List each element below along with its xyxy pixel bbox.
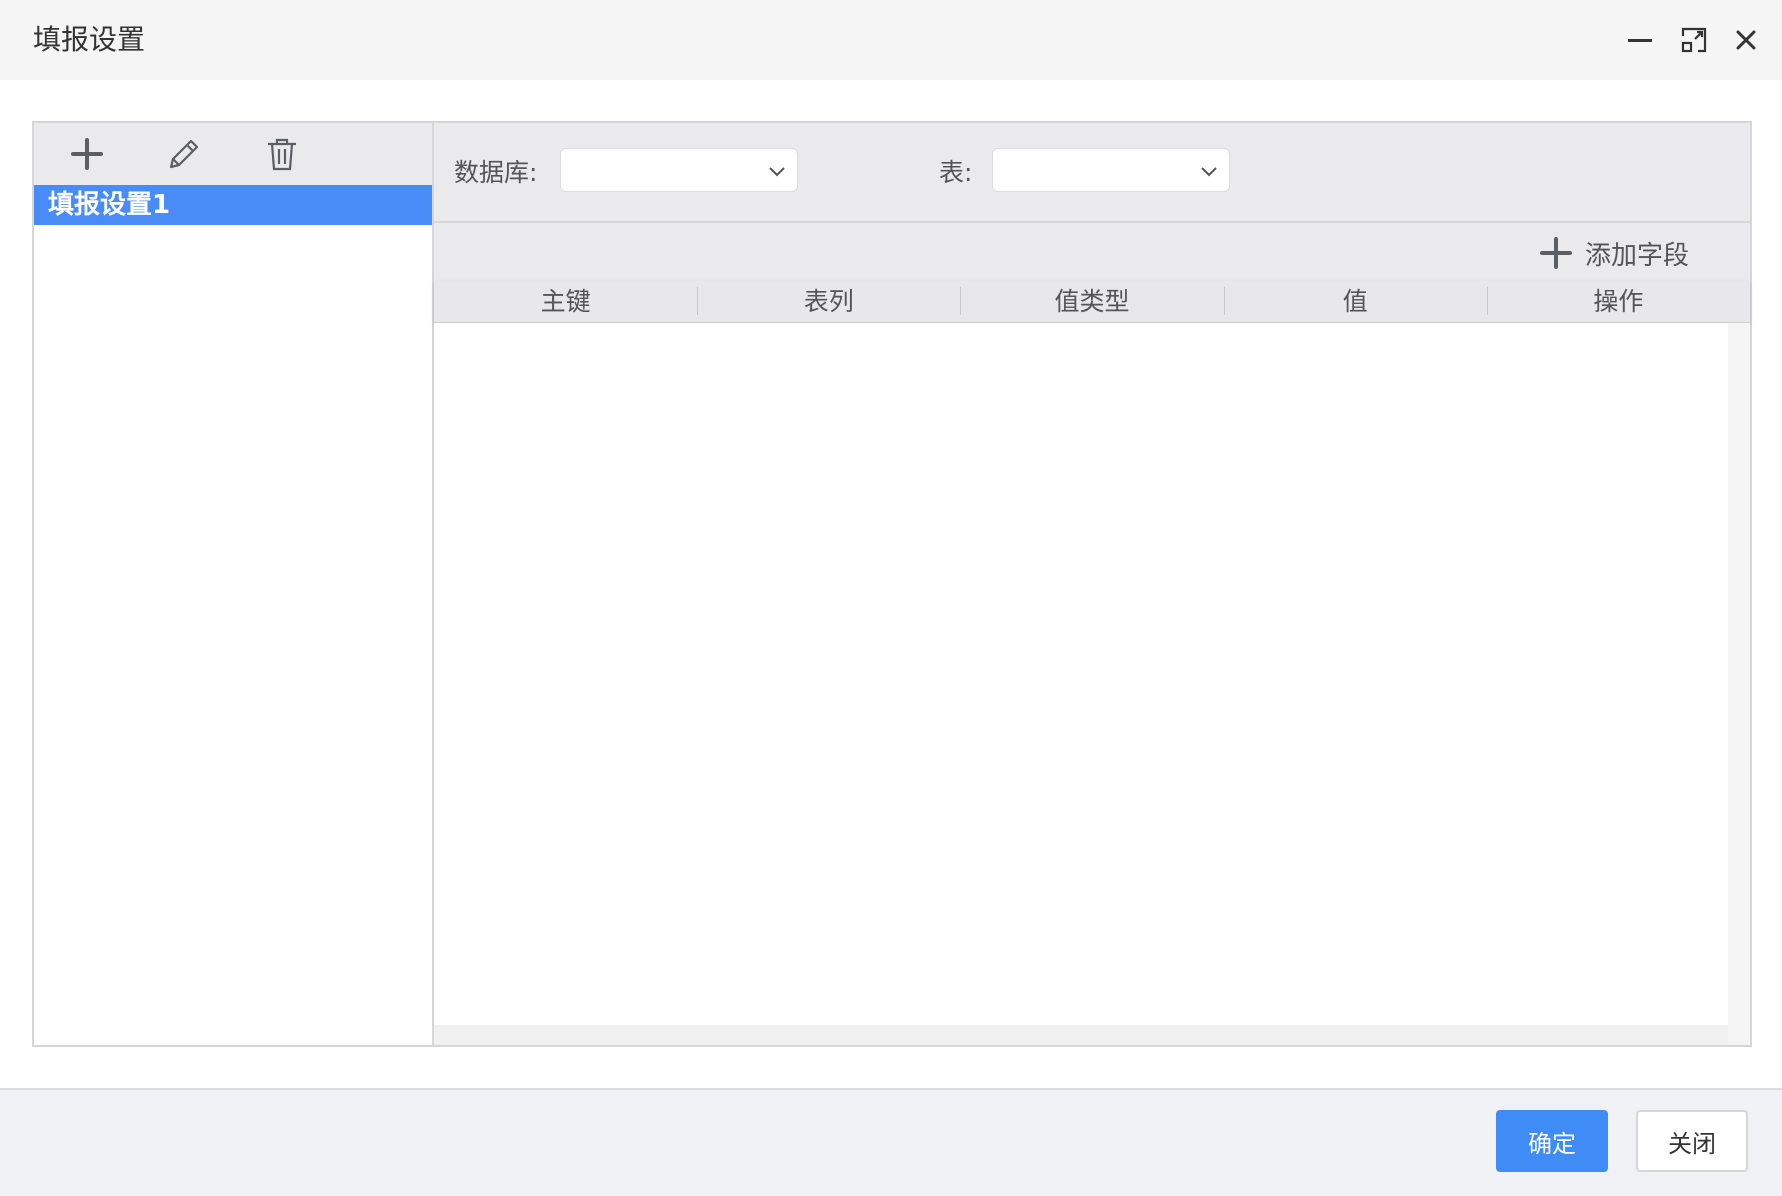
plus-icon bbox=[1540, 237, 1572, 269]
settings-frame: 填报设置1 数据库: 表: 添加字段 主键 表列 值类型 值 操作 bbox=[32, 121, 1752, 1047]
confirm-button[interactable]: 确定 bbox=[1496, 1110, 1608, 1172]
chevron-down-icon bbox=[769, 167, 785, 177]
table-label: 表: bbox=[939, 158, 973, 187]
maximize-icon[interactable] bbox=[1676, 22, 1712, 58]
field-grid-body bbox=[434, 323, 1728, 1025]
minimize-icon[interactable] bbox=[1622, 22, 1658, 58]
dialog-footer: 确定 关闭 bbox=[0, 1088, 1782, 1196]
table-select[interactable] bbox=[992, 148, 1230, 192]
settings-list-panel: 填报设置1 bbox=[34, 123, 434, 1045]
list-toolbar bbox=[34, 123, 432, 185]
close-button[interactable]: 关闭 bbox=[1636, 1110, 1748, 1172]
fill-report-settings-dialog: 填报设置 填报设置1 数据库: 表: 添加字段 主键 表列 值类型 值 操作 确… bbox=[0, 0, 1782, 1196]
pencil-icon[interactable] bbox=[165, 135, 203, 173]
horizontal-scrollbar[interactable] bbox=[434, 1025, 1728, 1045]
trash-icon[interactable] bbox=[263, 135, 301, 173]
settings-detail-panel: 数据库: 表: 添加字段 主键 表列 值类型 值 操作 bbox=[434, 123, 1750, 1045]
database-label: 数据库: bbox=[454, 158, 538, 187]
chevron-down-icon bbox=[1201, 167, 1217, 177]
column-header-primary-key[interactable]: 主键 bbox=[434, 281, 697, 322]
title-bar: 填报设置 bbox=[0, 0, 1782, 80]
close-icon[interactable] bbox=[1728, 22, 1764, 58]
filter-bar: 数据库: 表: bbox=[434, 123, 1750, 223]
database-select[interactable] bbox=[560, 148, 798, 192]
vertical-scrollbar[interactable] bbox=[1728, 323, 1750, 1045]
column-header-operation[interactable]: 操作 bbox=[1486, 281, 1750, 322]
field-action-bar: 添加字段 bbox=[434, 223, 1750, 281]
column-header-table-column[interactable]: 表列 bbox=[697, 281, 960, 322]
column-header-value[interactable]: 值 bbox=[1223, 281, 1487, 322]
list-item-fill-setting-1[interactable]: 填报设置1 bbox=[34, 185, 432, 225]
dialog-title: 填报设置 bbox=[33, 23, 146, 56]
field-grid-header: 主键 表列 值类型 值 操作 bbox=[434, 281, 1750, 323]
add-field-button[interactable]: 添加字段 bbox=[1539, 233, 1689, 273]
add-field-label: 添加字段 bbox=[1585, 240, 1690, 271]
plus-icon[interactable] bbox=[68, 135, 106, 173]
column-header-value-type[interactable]: 值类型 bbox=[960, 281, 1223, 322]
